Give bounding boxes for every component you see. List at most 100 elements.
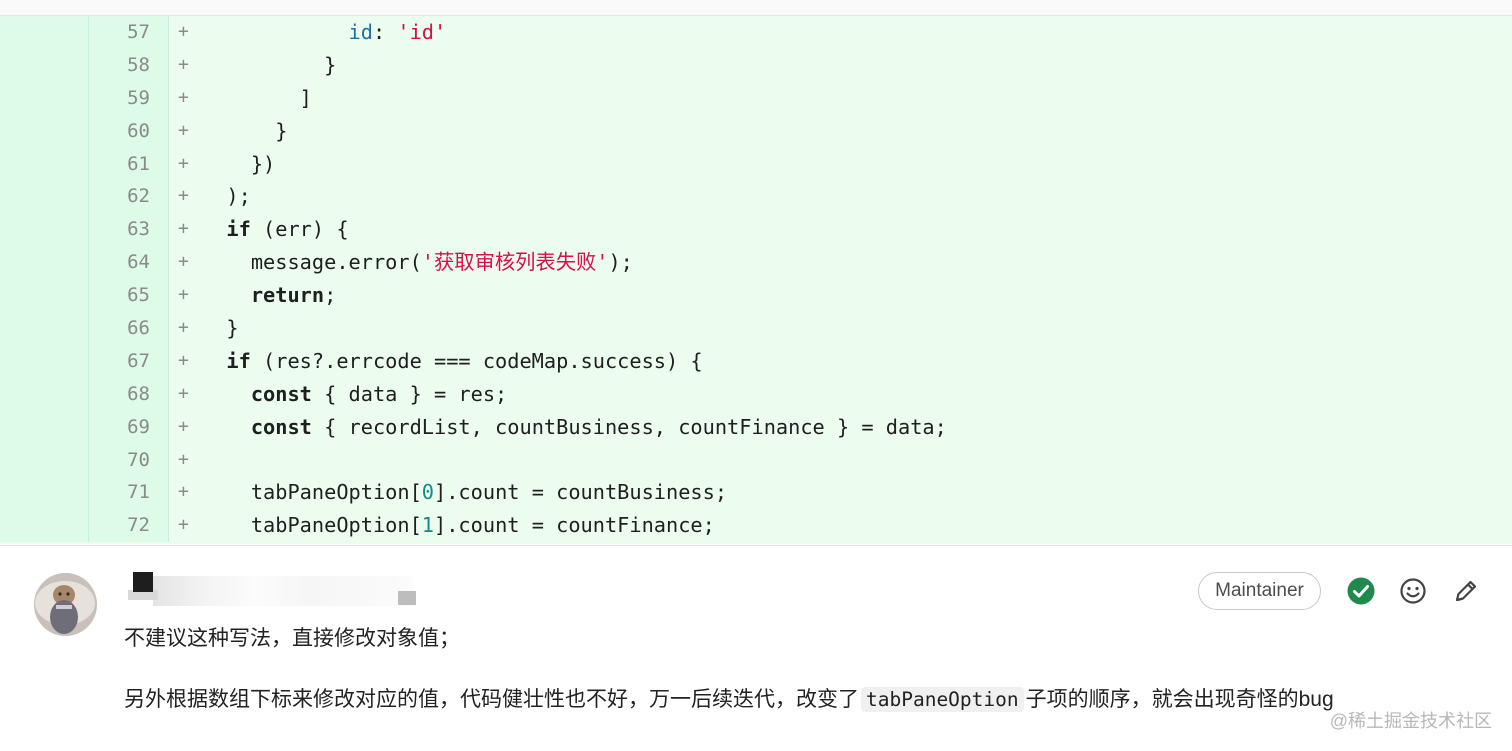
line-number[interactable]: 59 <box>89 81 169 115</box>
code-token: { data } = res; <box>311 381 508 406</box>
code-token-kw: const <box>250 414 312 439</box>
code-token-kw: if <box>226 217 251 242</box>
line-number[interactable]: 70 <box>89 443 169 477</box>
line-number[interactable]: 71 <box>89 476 169 510</box>
code-token: } <box>202 52 337 77</box>
line-number[interactable]: 66 <box>89 312 169 345</box>
old-line-gutter <box>0 81 89 115</box>
diff-line: 63 + if (err) { <box>0 213 1512 247</box>
watermark: @稀土掘金技术社区 <box>1329 711 1492 731</box>
code-token: tabPaneOption[ <box>202 480 422 505</box>
code-token: ] <box>202 85 312 110</box>
old-line-gutter <box>0 410 89 444</box>
line-number[interactable]: 68 <box>89 377 169 411</box>
avatar[interactable] <box>34 573 97 636</box>
old-line-gutter <box>0 344 89 378</box>
added-marker: + <box>178 481 189 503</box>
diff-line: 66 + } <box>0 312 1512 345</box>
code-line: }) <box>202 148 275 181</box>
line-number[interactable]: 67 <box>89 344 169 378</box>
old-line-gutter <box>0 476 89 510</box>
diff-line: 57 + id: 'id' <box>0 16 1512 49</box>
added-marker: + <box>178 86 189 108</box>
check-circle-icon[interactable] <box>1346 576 1376 606</box>
code-line: tabPaneOption[0].count = countBusiness; <box>202 476 727 509</box>
line-number[interactable]: 57 <box>89 16 169 49</box>
added-marker: + <box>178 119 189 141</box>
smiley-icon[interactable] <box>1398 576 1428 606</box>
inline-code: tabPaneOption <box>861 687 1024 712</box>
line-number[interactable]: 58 <box>89 48 169 82</box>
code-token: ); <box>608 250 633 275</box>
author-meta-redacted <box>398 591 416 605</box>
comment-text-line-1: 不建议这种写法，直接修改对象值； <box>124 627 460 650</box>
diff-line: 72 + tabPaneOption[1].count = countFinanc… <box>0 509 1512 543</box>
top-bar <box>0 0 1512 16</box>
old-line-gutter <box>0 312 89 345</box>
line-number[interactable]: 62 <box>89 180 169 214</box>
code-token: ; <box>324 283 337 308</box>
comment-text-part: 子项的顺序，就会出现奇怪的bug <box>1025 688 1334 711</box>
old-line-gutter <box>0 246 89 280</box>
code-token: tabPaneOption[ <box>202 513 422 538</box>
line-number[interactable]: 65 <box>89 279 169 313</box>
old-line-gutter <box>0 279 89 313</box>
code-line: message.error('获取审核列表失败'); <box>202 246 633 279</box>
diff-view: 57 + id: 'id' 58 + } 59 + ] 60 + } 61 + }) 62 + ); 6… <box>0 16 1512 544</box>
code-token: ].count = countBusiness; <box>434 480 728 505</box>
added-marker: + <box>178 382 189 404</box>
code-line: tabPaneOption[1].count = countFinance; <box>202 509 715 542</box>
code-line: const { data } = res; <box>202 378 507 411</box>
author-handle-redacted <box>153 576 413 606</box>
diff-line: 61 + }) <box>0 147 1512 181</box>
code-line: if (err) { <box>202 213 349 246</box>
line-number[interactable]: 60 <box>89 114 169 148</box>
code-token-kw: const <box>250 381 312 406</box>
code-line: id: 'id' <box>202 16 447 49</box>
diff-line: 64 + message.error('获取审核列表失败'); <box>0 246 1512 280</box>
added-marker: + <box>178 152 189 174</box>
diff-line: 71 + tabPaneOption[0].count = countBusine… <box>0 476 1512 510</box>
code-line: } <box>202 312 239 345</box>
added-marker: + <box>178 251 189 273</box>
old-line-gutter <box>0 180 89 214</box>
line-number[interactable]: 61 <box>89 147 169 181</box>
line-number[interactable]: 72 <box>89 509 169 543</box>
added-marker: + <box>178 185 189 207</box>
diff-line: 62 + ); <box>0 180 1512 214</box>
code-line: const { recordList, countBusiness, count… <box>202 411 947 444</box>
code-token: message.error( <box>202 250 422 275</box>
comment-text-part: 另外根据数组下标来修改对应的值，代码健壮性也不好，万一后续迭代，改变了 <box>124 688 859 711</box>
line-number[interactable]: 63 <box>89 213 169 247</box>
code-token-kw: return <box>250 283 325 308</box>
pencil-icon[interactable] <box>1451 576 1481 606</box>
old-line-gutter <box>0 114 89 148</box>
code-token-prop: id <box>348 20 373 44</box>
code-token: (res?.errcode === codeMap.success) { <box>250 348 703 373</box>
diff-line: 58 + } <box>0 48 1512 82</box>
code-token-num: 0 <box>421 480 435 505</box>
added-marker: + <box>178 349 189 371</box>
code-line: ] <box>202 82 312 115</box>
code-line: } <box>202 115 287 148</box>
code-token: } <box>202 316 239 341</box>
code-token: (err) { <box>250 217 349 242</box>
line-number[interactable]: 64 <box>89 246 169 280</box>
code-token-num: 1 <box>421 513 435 538</box>
added-marker: + <box>178 514 189 536</box>
diff-line: 59 + ] <box>0 81 1512 115</box>
diff-line: 69 + const { recordList, countBusiness, c… <box>0 410 1512 444</box>
code-token: ].count = countFinance; <box>434 513 715 538</box>
diff-line: 68 + const { data } = res; <box>0 377 1512 411</box>
added-marker: + <box>178 218 189 240</box>
line-number[interactable]: 69 <box>89 410 169 444</box>
code-token: { recordList, countBusiness, countFinanc… <box>311 414 947 439</box>
old-line-gutter <box>0 377 89 411</box>
added-marker: + <box>178 21 189 42</box>
